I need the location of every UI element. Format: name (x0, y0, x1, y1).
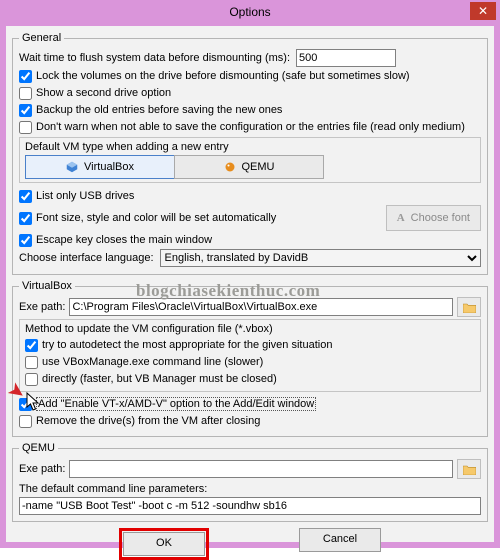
choose-font-label: Choose font (411, 212, 470, 224)
options-window: Options ✕ General Wait time to flush sys… (0, 0, 500, 548)
wait-time-input[interactable] (296, 49, 396, 67)
folder-icon (463, 302, 476, 313)
second-drive-checkbox[interactable] (19, 87, 32, 100)
backup-checkbox[interactable] (19, 104, 32, 117)
client-area: General Wait time to flush system data b… (6, 26, 494, 542)
enable-vtx-label: Add "Enable VT-x/AMD-V" option to the Ad… (36, 397, 316, 411)
directly-label: directly (faster, but VB Manager must be… (42, 373, 277, 385)
qemu-browse-button[interactable] (457, 459, 481, 479)
font-auto-checkbox[interactable] (19, 212, 32, 225)
vbox-exepath-input[interactable] (69, 298, 453, 316)
default-vm-type-group: Default VM type when adding a new entry … (19, 137, 481, 183)
language-select[interactable]: English, translated by DavidB (160, 249, 481, 267)
directly-checkbox[interactable] (25, 373, 38, 386)
font-auto-label: Font size, style and color will be set a… (36, 212, 276, 224)
close-icon: ✕ (478, 4, 488, 18)
font-icon: A (397, 212, 405, 224)
lock-volumes-label: Lock the volumes on the drive before dis… (36, 70, 410, 82)
qemu-legend: QEMU (19, 442, 58, 454)
titlebar: Options ✕ (0, 0, 500, 24)
default-vm-qemu-label: QEMU (242, 161, 275, 173)
list-usb-checkbox[interactable] (19, 190, 32, 203)
default-vm-virtualbox-button[interactable]: VirtualBox (25, 155, 175, 179)
qemu-group: QEMU Exe path: The default command line … (12, 442, 488, 522)
folder-icon (463, 464, 476, 475)
wait-time-label: Wait time to flush system data before di… (19, 52, 290, 64)
autodetect-checkbox[interactable] (25, 339, 38, 352)
escape-label: Escape key closes the main window (36, 234, 212, 246)
virtualbox-icon (66, 161, 78, 173)
default-vm-qemu-button[interactable]: QEMU (174, 155, 324, 179)
window-title: Options (229, 5, 270, 19)
vbox-method-label: Method to update the VM configuration fi… (25, 323, 475, 335)
cancel-button[interactable]: Cancel (299, 528, 381, 552)
enable-vtx-checkbox[interactable] (19, 398, 32, 411)
list-usb-label: List only USB drives (36, 190, 134, 202)
remove-drive-label: Remove the drive(s) from the VM after cl… (36, 415, 260, 427)
default-vm-virtualbox-label: VirtualBox (84, 161, 134, 173)
close-button[interactable]: ✕ (470, 2, 496, 20)
qemu-exepath-label: Exe path: (19, 463, 65, 475)
nowarn-label: Don't warn when not able to save the con… (36, 121, 465, 133)
qemu-icon (224, 161, 236, 173)
qemu-cmdline-input[interactable] (19, 497, 481, 515)
vbox-browse-button[interactable] (457, 297, 481, 317)
ok-button[interactable]: OK (123, 532, 205, 556)
autodetect-label: try to autodetect the most appropriate f… (42, 339, 332, 351)
qemu-cmdline-label: The default command line parameters: (19, 483, 481, 495)
vbox-method-group: Method to update the VM configuration fi… (19, 319, 481, 392)
virtualbox-legend: VirtualBox (19, 280, 75, 292)
language-label: Choose interface language: (19, 252, 154, 264)
vboxmanage-checkbox[interactable] (25, 356, 38, 369)
nowarn-checkbox[interactable] (19, 121, 32, 134)
remove-drive-checkbox[interactable] (19, 415, 32, 428)
escape-checkbox[interactable] (19, 234, 32, 247)
vboxmanage-label: use VBoxManage.exe command line (slower) (42, 356, 263, 368)
choose-font-button[interactable]: A Choose font (386, 205, 481, 231)
virtualbox-group: VirtualBox Exe path: Method to update th… (12, 280, 488, 437)
second-drive-label: Show a second drive option (36, 87, 171, 99)
qemu-exepath-input[interactable] (69, 460, 453, 478)
general-group: General Wait time to flush system data b… (12, 32, 488, 275)
vbox-exepath-label: Exe path: (19, 301, 65, 313)
general-legend: General (19, 32, 64, 44)
lock-volumes-checkbox[interactable] (19, 70, 32, 83)
default-vm-type-label: Default VM type when adding a new entry (25, 141, 475, 153)
backup-label: Backup the old entries before saving the… (36, 104, 282, 116)
ok-highlight: OK (119, 528, 209, 560)
